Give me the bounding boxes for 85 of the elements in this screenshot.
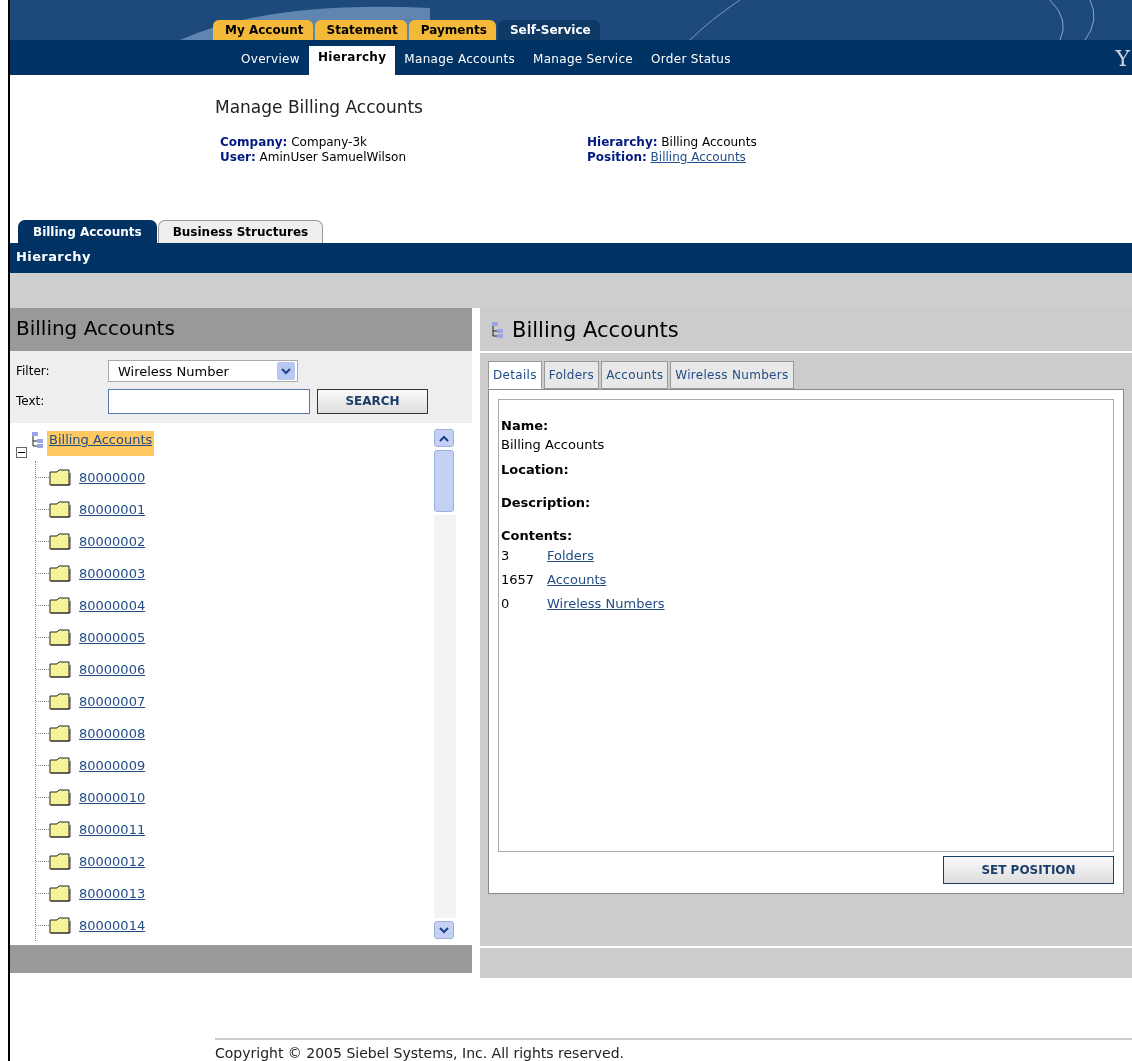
text-label: Text: <box>16 394 46 409</box>
nav-tab[interactable]: My Account <box>213 20 313 40</box>
detail-tab[interactable]: Details <box>488 361 542 389</box>
chevron-down-icon <box>281 367 291 375</box>
search-button[interactable]: SEARCH <box>317 388 428 414</box>
content-link[interactable]: Wireless Numbers <box>547 596 665 620</box>
collapse-icon[interactable] <box>16 447 27 458</box>
panel-title: Billing Accounts <box>512 317 679 342</box>
section-tab[interactable]: Billing Accounts <box>18 220 157 243</box>
folder-icon <box>49 660 71 678</box>
tree-item-link[interactable]: 80000006 <box>79 661 146 677</box>
field-label: Name: <box>501 418 550 433</box>
tree-item-link[interactable]: 80000009 <box>79 757 146 773</box>
content-count: 1657 <box>501 572 536 589</box>
content-link[interactable]: Accounts <box>547 572 607 596</box>
tree-item-link[interactable]: 80000000 <box>79 469 146 485</box>
tree-item-link[interactable]: 80000010 <box>79 789 146 805</box>
folder-icon <box>49 916 71 934</box>
folder-icon <box>49 692 71 710</box>
info-label: Position: <box>587 150 647 164</box>
section-bar: Hierarchy <box>10 243 1132 273</box>
content-count: 0 <box>501 596 511 613</box>
folder-icon <box>49 532 71 550</box>
info-label: Company: <box>220 135 288 149</box>
folder-icon <box>49 500 71 518</box>
folder-icon <box>49 468 71 486</box>
tree-item-link[interactable]: 80000013 <box>79 885 146 901</box>
scroll-thumb[interactable] <box>434 450 454 512</box>
folder-icon <box>49 756 71 774</box>
filter-label: Filter: <box>16 364 51 379</box>
content-link[interactable]: Folders <box>547 548 594 572</box>
tree-item-link[interactable]: 80000001 <box>79 501 146 517</box>
text-field[interactable] <box>108 388 310 414</box>
content-count: 3 <box>501 548 511 565</box>
folder-icon <box>49 724 71 742</box>
nav-tab[interactable]: Statement <box>314 20 407 40</box>
nav-tab[interactable]: Payments <box>408 20 496 40</box>
field-label: Contents: <box>501 528 574 543</box>
field-label: Description: <box>501 495 592 510</box>
folder-icon <box>49 788 71 806</box>
panel-header: Billing Accounts <box>10 308 472 351</box>
tree-item-link[interactable]: 80000005 <box>79 629 146 645</box>
section-tab[interactable]: Business Structures <box>157 220 324 243</box>
field-value: Billing Accounts <box>501 437 606 452</box>
subnav-tab[interactable]: Manage Service <box>524 48 643 75</box>
logo-fragment: Y <box>1115 46 1130 71</box>
tree-item-link[interactable]: 80000012 <box>79 853 146 869</box>
info-label: User: <box>220 150 256 164</box>
subnav-tab[interactable]: Manage Accounts <box>395 48 524 75</box>
page-title: Manage Billing Accounts <box>215 97 424 117</box>
field-label: Location: <box>501 462 570 477</box>
subnav-tab[interactable]: Order Status <box>642 48 740 75</box>
folder-icon <box>49 884 71 902</box>
tree-item-link[interactable]: 80000007 <box>79 693 146 709</box>
scroll-down-icon <box>439 926 449 934</box>
detail-tab[interactable]: Folders <box>543 361 600 389</box>
info-label: Hierarchy: <box>587 135 658 149</box>
hierarchy-icon <box>490 320 504 339</box>
hierarchy-icon <box>30 431 44 449</box>
set-position-button[interactable]: SET POSITION <box>943 856 1114 884</box>
filter-dropdown[interactable]: Wireless Number <box>108 360 298 383</box>
tree-root-link[interactable]: Billing Accounts <box>47 431 155 456</box>
scrollbar[interactable] <box>434 429 456 939</box>
folder-icon <box>49 852 71 870</box>
scroll-up-icon <box>439 434 449 442</box>
folder-icon <box>49 820 71 838</box>
tree-item-link[interactable]: 80000003 <box>79 565 146 581</box>
info-value: Company-3k <box>291 135 368 149</box>
info-value: AminUser SamuelWilson <box>259 150 407 164</box>
detail-tab[interactable]: Wireless Numbers <box>670 361 794 389</box>
tree-item-link[interactable]: 80000014 <box>79 917 146 933</box>
tree-item-link[interactable]: 80000011 <box>79 821 146 837</box>
folder-icon <box>49 628 71 646</box>
nav-tab[interactable]: Self-Service <box>497 20 600 40</box>
subnav-tab[interactable]: Hierarchy <box>308 46 396 75</box>
tree-item-link[interactable]: 80000004 <box>79 597 146 613</box>
info-value: Billing Accounts <box>661 135 757 149</box>
copyright-text: Copyright © 2005 Siebel Systems, Inc. All rights reserved. <box>215 1038 1132 1061</box>
folder-icon <box>49 564 71 582</box>
subnav-tab[interactable]: Overview <box>232 48 309 75</box>
detail-tab[interactable]: Accounts <box>601 361 669 389</box>
tree-item-link[interactable]: 80000002 <box>79 533 146 549</box>
tree-item-link[interactable]: 80000008 <box>79 725 146 741</box>
info-link[interactable]: Billing Accounts <box>650 150 746 164</box>
folder-icon <box>49 596 71 614</box>
